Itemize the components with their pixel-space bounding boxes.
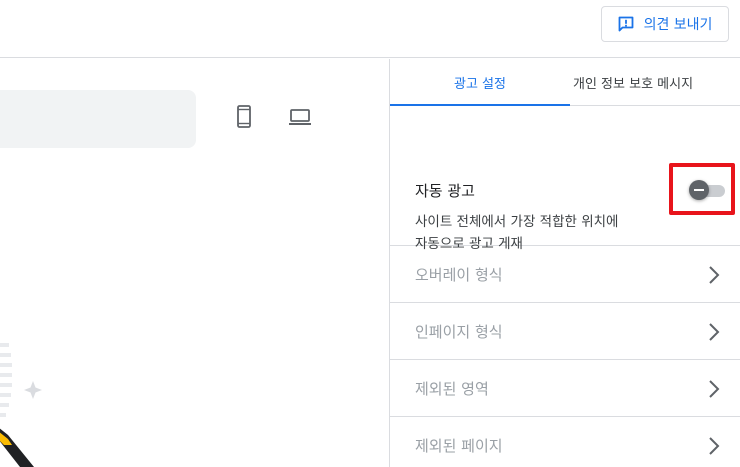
chevron-right-icon [708,322,720,342]
smartphone-icon [236,105,252,133]
decorative-illustration [0,299,80,467]
section-label: 오버레이 형식 [415,265,503,284]
auto-ads-description-line1: 사이트 전체에서 가장 적합한 위치에 [415,214,619,230]
send-feedback-label: 의견 보내기 [643,17,713,33]
section-overlay-formats[interactable]: 오버레이 형식 [390,246,740,303]
send-feedback-button[interactable]: 의견 보내기 [601,6,729,42]
auto-ads-title: 자동 광고 [415,182,475,200]
chevron-right-icon [708,379,720,399]
tab-privacy-messages[interactable]: 개인 정보 보호 메시지 [570,59,693,105]
panel-tabs: 광고 설정 개인 정보 보호 메시지 [390,59,740,106]
section-label: 제외된 영역 [415,379,489,398]
ad-settings-panel: 광고 설정 개인 정보 보호 메시지 자동 광고 사이트 전체에서 가장 적합한… [389,59,740,467]
tab-ad-settings[interactable]: 광고 설정 [390,59,570,106]
tab-privacy-messages-label: 개인 정보 보호 메시지 [573,76,694,92]
sparkle-icon [24,381,42,399]
laptop-preview-button[interactable] [288,107,312,131]
section-excluded-pages[interactable]: 제외된 페이지 [390,417,740,467]
laptop-icon [288,108,312,130]
auto-ads-section: 자동 광고 사이트 전체에서 가장 적합한 위치에 자동으로 광고 게재 [390,106,740,252]
section-in-page-formats[interactable]: 인페이지 형식 [390,303,740,360]
preview-url-bar [0,90,196,148]
section-label: 인페이지 형식 [415,322,503,341]
feedback-icon [618,16,634,32]
tab-ad-settings-label: 광고 설정 [454,76,506,92]
site-preview [0,59,389,467]
toggle-knob [689,180,709,200]
ad-preview-page: 의견 보내기 광고 설정 개인 정보 보호 메시지 자동 광고 사이트 전체에서… [0,0,740,467]
section-excluded-areas[interactable]: 제외된 영역 [390,360,740,417]
chevron-right-icon [708,265,720,285]
top-bar: 의견 보내기 [0,0,740,58]
auto-ads-toggle[interactable] [689,180,725,200]
chevron-right-icon [708,436,720,456]
section-label: 제외된 페이지 [415,436,503,455]
phone-preview-button[interactable] [232,105,256,133]
